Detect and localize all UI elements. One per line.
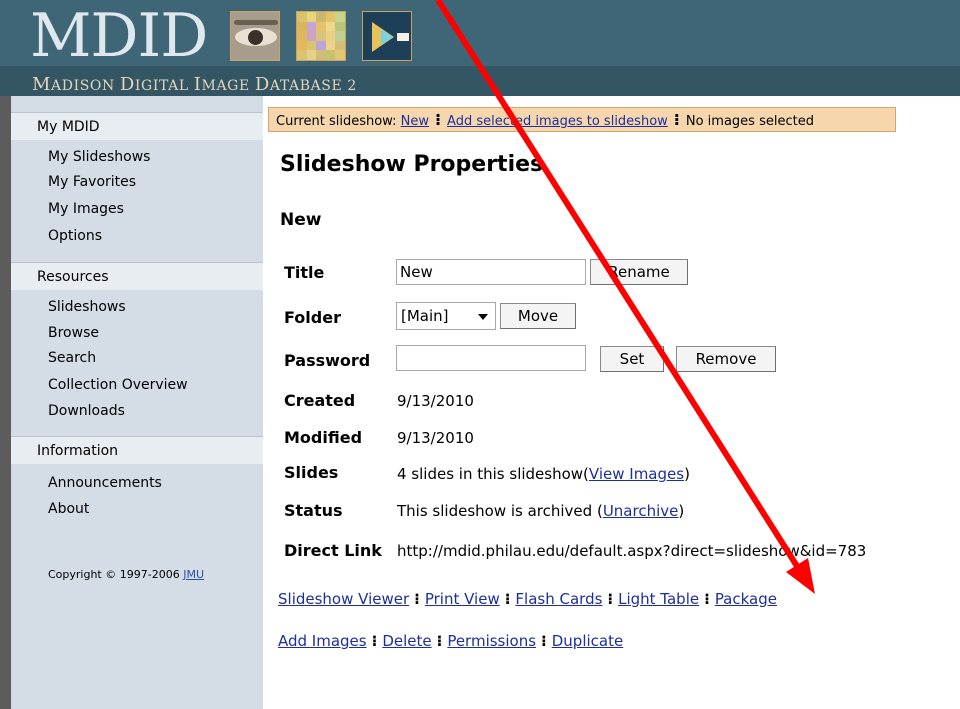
sidebar-item-collection-overview[interactable]: Collection Overview: [48, 376, 188, 394]
separator: ⁝: [504, 590, 511, 608]
rename-button[interactable]: Rename: [590, 259, 688, 285]
move-button[interactable]: Move: [500, 303, 576, 329]
password-input[interactable]: [396, 345, 586, 371]
current-slideshow-link[interactable]: New: [401, 114, 429, 129]
delete-link[interactable]: Delete: [382, 632, 431, 650]
direct-link-value: http://mdid.philau.edu/default.aspx?dire…: [397, 542, 867, 560]
view-images-link[interactable]: View Images: [589, 465, 684, 483]
remove-button[interactable]: Remove: [676, 346, 776, 372]
left-edge-strip: [0, 96, 11, 709]
slideshow-actions-row-2: Add Images ⁝ Delete ⁝ Permissions ⁝ Duplicate: [278, 632, 623, 650]
folder-select-value: [Main]: [401, 307, 449, 325]
slides-label: Slides: [284, 463, 339, 482]
unarchive-link[interactable]: Unarchive: [603, 502, 679, 520]
title-input[interactable]: New: [396, 259, 586, 285]
set-button[interactable]: Set: [600, 346, 664, 372]
app-header: MDID MADISON DIGITAL IMAGE DATABASE 2: [0, 0, 960, 96]
separator: ⁝: [673, 110, 680, 129]
title-label: Title: [284, 263, 325, 282]
modified-value: 9/13/2010: [397, 429, 474, 447]
slideshow-name: New: [280, 210, 322, 230]
flash-cards-link[interactable]: Flash Cards: [515, 590, 602, 608]
copyright-notice: Copyright © 1997-2006 JMU: [48, 568, 204, 581]
add-selected-images-link[interactable]: Add selected images to slideshow: [447, 114, 668, 129]
light-table-link[interactable]: Light Table: [618, 590, 699, 608]
current-slideshow-label: Current slideshow:: [276, 114, 401, 129]
sidebar-heading-my-mdid: My MDID: [11, 112, 263, 140]
sidebar-item-options[interactable]: Options: [48, 227, 102, 245]
separator: ⁝: [434, 110, 442, 129]
mosaic-image-icon: [296, 11, 346, 61]
separator: ⁝: [436, 632, 443, 650]
page-title: Slideshow Properties: [280, 152, 544, 177]
eye-image-icon: [230, 11, 280, 61]
sidebar-item-announcements[interactable]: Announcements: [48, 474, 162, 492]
print-view-link[interactable]: Print View: [425, 590, 500, 608]
duplicate-link[interactable]: Duplicate: [552, 632, 623, 650]
status-label: Status: [284, 501, 343, 520]
sidebar-item-slideshows[interactable]: Slideshows: [48, 298, 126, 316]
slideshow-actions-row-1: Slideshow Viewer ⁝ Print View ⁝ Flash Cards ⁝…: [278, 590, 777, 608]
jmu-link[interactable]: JMU: [183, 568, 204, 581]
sidebar-heading-information: Information: [11, 436, 263, 464]
folder-select[interactable]: [Main]: [396, 302, 496, 330]
annotation-arrowhead: [786, 558, 815, 594]
slideshow-viewer-link[interactable]: Slideshow Viewer: [278, 590, 409, 608]
sidebar-item-my-images[interactable]: My Images: [48, 200, 124, 218]
sidebar: My MDID My Slideshows My Favorites My Im…: [11, 96, 263, 709]
package-link[interactable]: Package: [715, 590, 777, 608]
separator: ⁝: [607, 590, 614, 608]
current-slideshow-bar: Current slideshow: New ⁝ Add selected imag…: [268, 107, 896, 132]
sidebar-heading-resources: Resources: [11, 262, 263, 290]
password-label: Password: [284, 351, 371, 370]
app-tagline: MADISON DIGITAL IMAGE DATABASE 2: [32, 74, 357, 95]
separator: ⁝: [371, 632, 378, 650]
permissions-link[interactable]: Permissions: [447, 632, 536, 650]
add-images-link[interactable]: Add Images: [278, 632, 367, 650]
selection-status: No images selected: [685, 114, 814, 129]
sidebar-item-browse[interactable]: Browse: [48, 324, 99, 342]
status-value: This slideshow is archived (Unarchive): [397, 502, 685, 520]
sidebar-item-my-slideshows[interactable]: My Slideshows: [48, 148, 150, 166]
sidebar-item-downloads[interactable]: Downloads: [48, 402, 125, 420]
sidebar-item-about[interactable]: About: [48, 500, 89, 518]
mdid-logo[interactable]: MDID: [30, 4, 208, 68]
modified-label: Modified: [284, 428, 363, 447]
created-label: Created: [284, 391, 356, 410]
slideshow-projector-icon: [362, 11, 412, 61]
separator: ⁝: [704, 590, 710, 608]
sidebar-item-search[interactable]: Search: [48, 349, 96, 367]
folder-label: Folder: [284, 308, 341, 327]
direct-link-label: Direct Link: [284, 541, 382, 560]
created-value: 9/13/2010: [397, 392, 474, 410]
separator: ⁝: [541, 632, 547, 650]
sidebar-item-my-favorites[interactable]: My Favorites: [48, 173, 136, 191]
separator: ⁝: [414, 590, 420, 608]
slides-value: 4 slides in this slideshow(View Images): [397, 465, 690, 483]
chevron-down-icon: [478, 314, 488, 320]
